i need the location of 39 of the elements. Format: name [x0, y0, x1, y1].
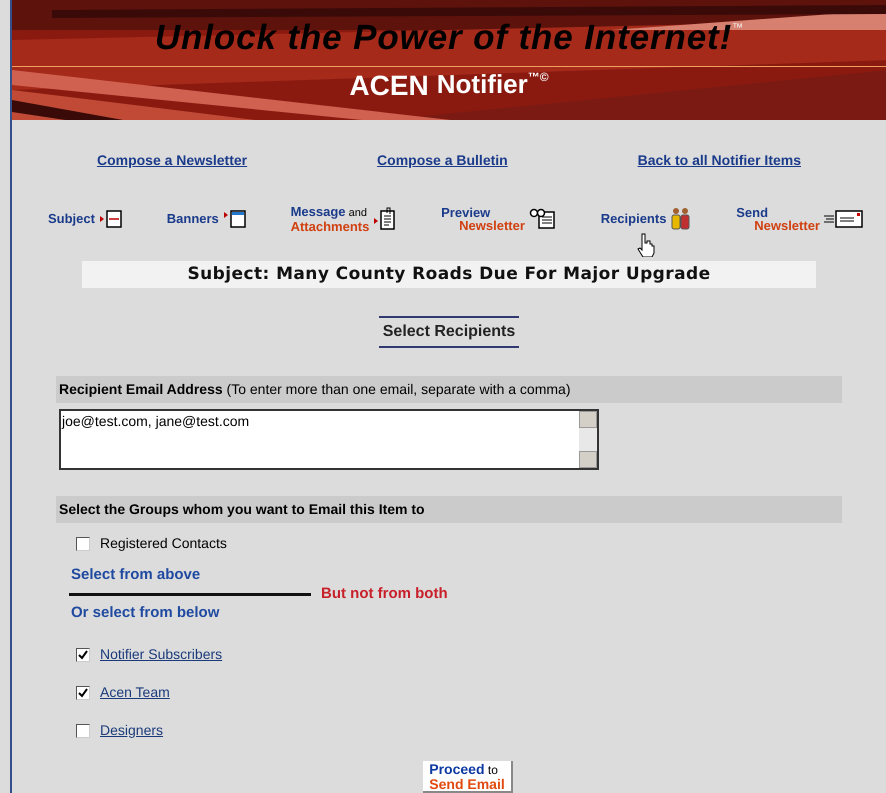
- group-link[interactable]: Acen Team: [100, 682, 170, 703]
- nav-link[interactable]: Compose a Bulletin: [377, 150, 508, 171]
- step-link[interactable]: Recipients: [600, 204, 692, 257]
- section-heading: Select Recipients: [378, 316, 520, 348]
- trademark-sign: ™: [732, 21, 744, 36]
- instruction-text: Select from above: [70, 565, 202, 585]
- email-field[interactable]: joe@test.com, jane@test.com: [59, 409, 599, 470]
- step-link[interactable]: Subject: [48, 204, 123, 257]
- email-label-bar: Recipient Email Address (To enter more than one email, separate with a comma): [56, 376, 842, 404]
- product-name: Notifier: [436, 68, 528, 100]
- warning-text: But not from both: [321, 584, 448, 604]
- nav-link[interactable]: Back to all Notifier Items: [638, 150, 802, 171]
- checkbox[interactable]: [76, 648, 90, 662]
- document-icon: [373, 206, 398, 231]
- banner-icon: [222, 208, 247, 229]
- banner-title: Unlock the Power of the Internet!: [154, 17, 732, 59]
- subject-bar: Subject: Many County Roads Due For Major Upgrade: [82, 260, 816, 288]
- checkbox[interactable]: [76, 724, 90, 738]
- proceed-button[interactable]: Proceed to Send Email: [423, 761, 513, 793]
- step-link[interactable]: Send Newsletter: [736, 204, 864, 257]
- groups-label-bar: Select the Groups whom you want to Email this Item to: [56, 496, 842, 523]
- checkbox[interactable]: [76, 686, 90, 700]
- step-link[interactable]: Preview Newsletter: [441, 204, 557, 257]
- scrollbar[interactable]: [579, 411, 597, 468]
- subject-icon: [98, 208, 123, 229]
- nav-link[interactable]: Compose a Newsletter: [96, 150, 248, 171]
- option-label: Registered Contacts: [100, 534, 227, 553]
- instruction-text: Or select from below: [70, 602, 220, 622]
- step-link[interactable]: Message and Attachments: [290, 204, 398, 257]
- brand-logo-text: ACEN: [349, 68, 429, 103]
- trademark-sign: ™©: [528, 68, 549, 86]
- envelope-icon: [824, 208, 864, 229]
- hand-cursor-icon: [636, 232, 655, 257]
- step-link[interactable]: Banners: [166, 204, 247, 257]
- group-link[interactable]: Designers: [100, 720, 164, 741]
- checkbox[interactable]: [76, 536, 90, 550]
- group-link[interactable]: Notifier Subscribers: [100, 644, 222, 665]
- people-icon: [670, 206, 692, 231]
- binoculars-document-icon: [528, 208, 557, 230]
